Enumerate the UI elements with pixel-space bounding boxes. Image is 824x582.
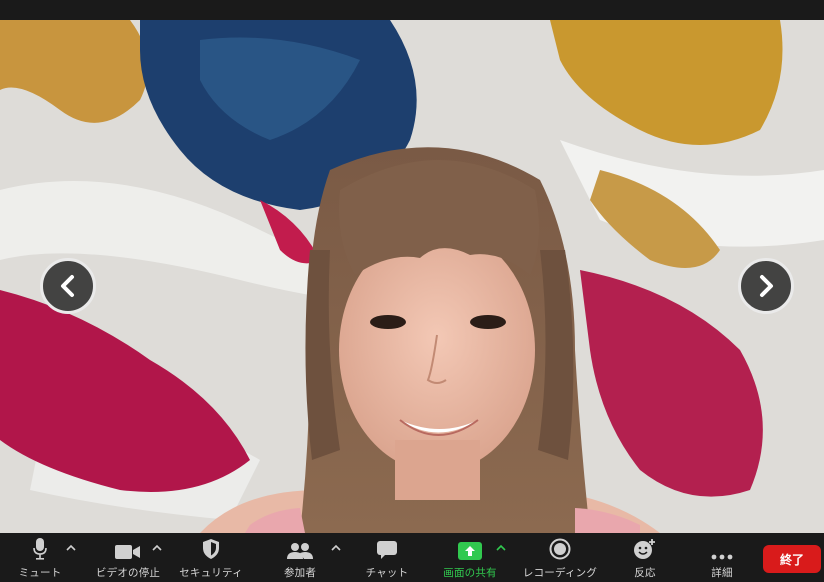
more-button[interactable]: 詳細 <box>702 533 742 582</box>
microphone-icon <box>33 538 47 560</box>
video-camera-icon <box>115 545 140 559</box>
reactions-button[interactable]: 反応 <box>625 533 665 582</box>
reaction-icon <box>634 539 655 559</box>
mute-label: ミュート <box>18 567 62 579</box>
participants-icon <box>287 543 313 559</box>
previous-page-button[interactable] <box>40 258 96 314</box>
meeting-toolbar: ミュート ビデオの停止 セキュリティ 参加者 チャット 画面の共有 レコーディン… <box>0 533 824 582</box>
mute-button[interactable]: ミュート <box>14 533 66 582</box>
participants-label: 参加者 <box>283 567 317 579</box>
video-options-caret[interactable] <box>151 543 163 553</box>
reactions-label: 反応 <box>634 567 656 579</box>
share-screen-icon <box>458 542 482 560</box>
stop-video-label: ビデオの停止 <box>95 567 161 579</box>
participants-options-caret[interactable] <box>330 543 342 553</box>
chat-button[interactable]: チャット <box>358 533 416 582</box>
window-top-strip <box>0 0 824 20</box>
chat-label: チャット <box>365 567 409 579</box>
video-frame-image <box>0 20 824 533</box>
share-screen-button[interactable]: 画面の共有 <box>438 533 502 582</box>
record-icon <box>549 538 571 560</box>
recording-button[interactable]: レコーディング <box>518 533 602 582</box>
share-screen-label: 画面の共有 <box>443 567 497 579</box>
participants-button[interactable]: 参加者 <box>272 533 328 582</box>
shield-icon <box>203 539 219 559</box>
more-dots-icon <box>711 554 733 560</box>
security-button[interactable]: セキュリティ <box>173 533 249 582</box>
share-options-caret[interactable] <box>495 543 507 553</box>
chevron-right-icon <box>760 275 773 297</box>
video-feed <box>0 20 824 533</box>
next-page-button[interactable] <box>738 258 794 314</box>
recording-label: レコーディング <box>522 567 598 579</box>
end-meeting-button[interactable]: 終了 <box>763 545 821 573</box>
stop-video-button[interactable]: ビデオの停止 <box>88 533 168 582</box>
security-label: セキュリティ <box>179 567 243 579</box>
mute-options-caret[interactable] <box>65 543 77 553</box>
chat-bubble-icon <box>377 541 397 559</box>
chevron-left-icon <box>61 275 74 297</box>
more-label: 詳細 <box>711 567 733 579</box>
